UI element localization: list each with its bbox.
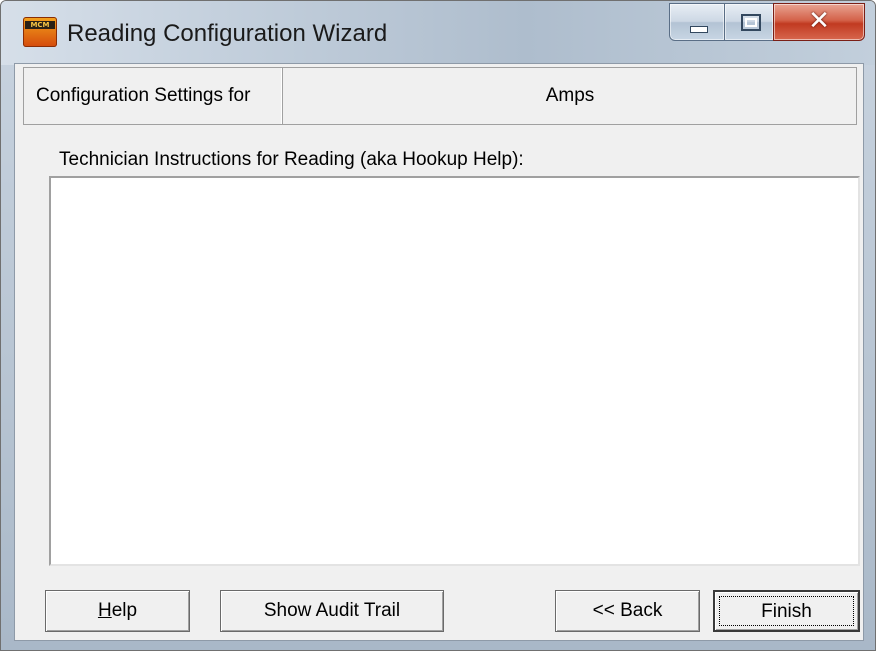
configuration-header: Configuration Settings for Amps bbox=[23, 67, 857, 125]
minimize-button[interactable] bbox=[669, 3, 725, 41]
finish-button[interactable]: Finish bbox=[713, 590, 860, 632]
technician-instructions-textarea[interactable] bbox=[49, 176, 860, 566]
close-icon: ✕ bbox=[808, 6, 830, 36]
app-icon[interactable]: MCM bbox=[23, 17, 57, 47]
help-mnemonic: H bbox=[97, 600, 112, 621]
minimize-icon bbox=[690, 26, 708, 33]
wizard-client-area: Configuration Settings for Amps Technici… bbox=[14, 63, 864, 641]
title-bar[interactable]: MCM Reading Configuration Wizard ✕ bbox=[1, 1, 875, 65]
app-icon-text: MCM bbox=[30, 21, 50, 29]
window-title: Reading Configuration Wizard bbox=[67, 20, 388, 47]
finish-label: Finish bbox=[719, 596, 854, 626]
back-button[interactable]: << Back bbox=[555, 590, 700, 632]
configuration-settings-label: Configuration Settings for bbox=[24, 68, 283, 124]
technician-instructions-label: Technician Instructions for Reading (aka… bbox=[59, 149, 524, 170]
show-audit-trail-button[interactable]: Show Audit Trail bbox=[220, 590, 444, 632]
maximize-icon bbox=[741, 14, 761, 31]
help-button[interactable]: Help bbox=[45, 590, 190, 632]
close-button[interactable]: ✕ bbox=[773, 3, 865, 41]
wizard-window: MCM Reading Configuration Wizard ✕ Confi… bbox=[0, 0, 876, 651]
maximize-button[interactable] bbox=[724, 3, 774, 41]
configuration-reading-name: Amps bbox=[545, 85, 595, 106]
help-label-rest: elp bbox=[111, 600, 138, 621]
